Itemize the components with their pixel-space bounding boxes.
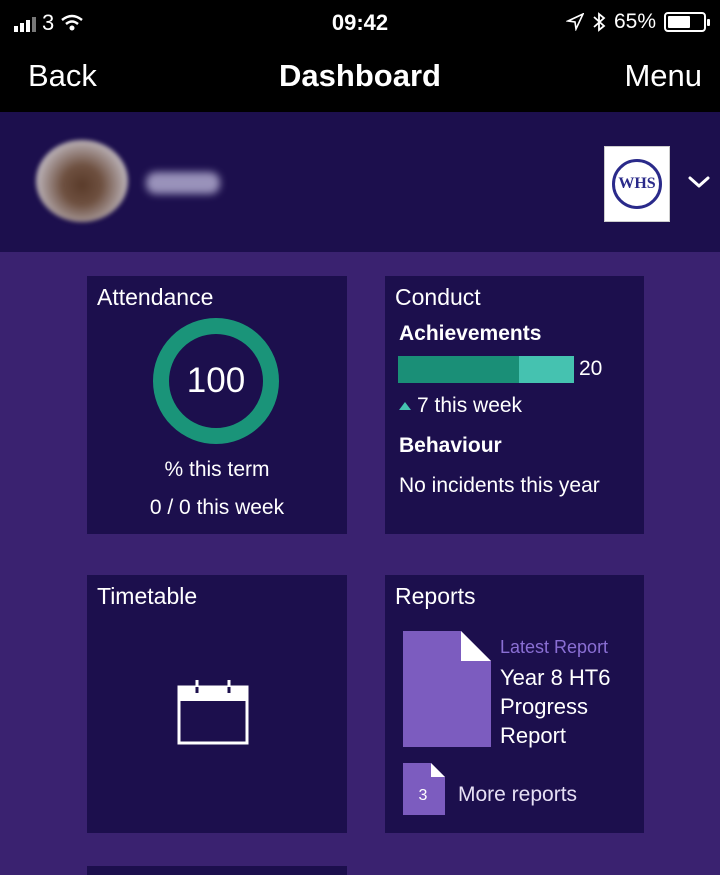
achievements-bar-week	[519, 356, 574, 383]
achievements-bar	[398, 356, 574, 383]
bluetooth-icon	[593, 12, 606, 32]
timetable-card[interactable]: Timetable	[87, 575, 347, 833]
timetable-title: Timetable	[97, 583, 198, 609]
school-logo-text: WHS	[618, 175, 656, 192]
calendar-icon	[177, 679, 249, 745]
attendance-title: Attendance	[97, 284, 214, 310]
reports-title: Reports	[395, 583, 476, 609]
menu-button[interactable]: Menu	[624, 58, 702, 94]
latest-report-label: Latest Report	[500, 637, 609, 657]
battery-fill	[668, 16, 690, 28]
up-arrow-icon	[399, 402, 411, 410]
student-name-blurred	[146, 172, 220, 194]
next-card-peek	[87, 866, 347, 875]
achievements-count: 20	[579, 357, 603, 380]
achievements-week-change: 7 this week	[399, 394, 522, 418]
more-reports-link[interactable]: More reports	[458, 783, 577, 807]
conduct-title: Conduct	[395, 284, 481, 310]
attendance-term-label: % this term	[164, 458, 270, 481]
reports-card[interactable]: Reports Latest Report Year 8 HT6 Progres…	[385, 575, 644, 833]
document-icon[interactable]	[403, 631, 491, 747]
battery-percent: 65%	[613, 10, 656, 33]
page-title: Dashboard	[279, 58, 441, 93]
location-arrow-icon	[565, 13, 584, 31]
attendance-card[interactable]: Attendance 100 % this term 0 / 0 this we…	[87, 276, 347, 534]
attendance-value: 100	[186, 361, 246, 400]
latest-report-name[interactable]: Year 8 HT6 Progress Report	[500, 663, 640, 750]
achievements-week-text: 7 this week	[417, 394, 523, 417]
school-logo[interactable]: WHS	[604, 146, 670, 222]
navigation-bar: Back Dashboard Menu	[0, 48, 720, 112]
more-reports-count: 3	[418, 787, 428, 804]
status-right: 65%	[565, 10, 710, 34]
behaviour-text: No incidents this year	[399, 474, 600, 497]
achievements-heading: Achievements	[399, 322, 542, 345]
attendance-week-label: 0 / 0 this week	[149, 496, 285, 519]
chevron-down-icon[interactable]	[686, 172, 712, 192]
status-bar: 3 09:42 65%	[0, 0, 720, 48]
battery-icon	[664, 12, 710, 32]
conduct-card[interactable]: Conduct Achievements 20 7 this week Beha…	[385, 276, 644, 534]
school-logo-emblem: WHS	[612, 159, 662, 209]
behaviour-heading: Behaviour	[399, 434, 502, 457]
avatar[interactable]	[36, 140, 128, 222]
